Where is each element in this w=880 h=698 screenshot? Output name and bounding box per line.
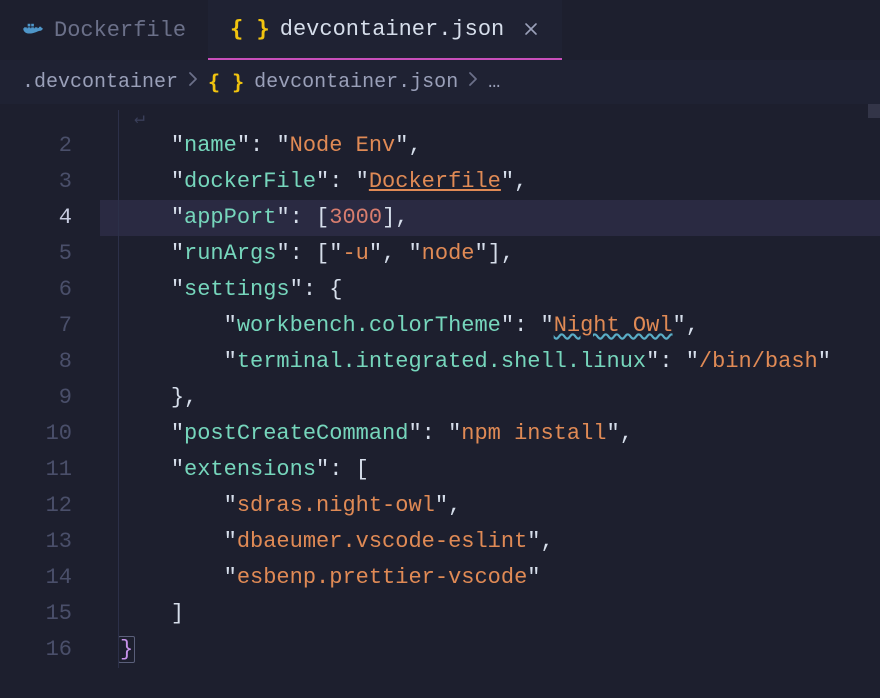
editor[interactable]: 2345678910111213141516 ↵ "name": "Node E… <box>0 104 880 668</box>
breadcrumb[interactable]: .devcontainer { } devcontainer.json … <box>0 60 880 104</box>
code-line[interactable]: "appPort": [3000], <box>100 200 880 236</box>
line-number: 4 <box>0 200 72 236</box>
line-number: 14 <box>0 560 72 596</box>
code-line[interactable]: } <box>100 632 880 668</box>
line-number: 12 <box>0 488 72 524</box>
tab-label: devcontainer.json <box>280 17 504 42</box>
code-line[interactable]: "esbenp.prettier-vscode" <box>100 560 880 596</box>
line-number: 7 <box>0 308 72 344</box>
line-number: 6 <box>0 272 72 308</box>
tab-bar: Dockerfile { } devcontainer.json <box>0 0 880 60</box>
code-line[interactable]: "runArgs": ["-u", "node"], <box>100 236 880 272</box>
tab-devcontainer-json[interactable]: { } devcontainer.json <box>208 0 562 60</box>
docker-icon <box>22 22 44 38</box>
breadcrumb-folder[interactable]: .devcontainer <box>22 71 178 94</box>
code-line[interactable]: "extensions": [ <box>100 452 880 488</box>
line-number: 9 <box>0 380 72 416</box>
breadcrumb-symbol[interactable]: … <box>488 71 500 94</box>
line-number: 10 <box>0 416 72 452</box>
line-number: 15 <box>0 596 72 632</box>
code-line[interactable]: "terminal.integrated.shell.linux": "/bin… <box>100 344 880 380</box>
close-icon[interactable] <box>522 20 540 38</box>
code-line[interactable]: "workbench.colorTheme": "Night Owl", <box>100 308 880 344</box>
line-number-gutter: 2345678910111213141516 <box>0 110 100 668</box>
line-number: 3 <box>0 164 72 200</box>
tab-label: Dockerfile <box>54 18 186 43</box>
code-line[interactable]: "dbaeumer.vscode-eslint", <box>100 524 880 560</box>
line-number: 5 <box>0 236 72 272</box>
indent-guide <box>118 110 119 668</box>
tab-dockerfile[interactable]: Dockerfile <box>0 0 208 60</box>
line-number: 13 <box>0 524 72 560</box>
code-line[interactable]: "settings": { <box>100 272 880 308</box>
code-line[interactable]: }, <box>100 380 880 416</box>
line-number: 8 <box>0 344 72 380</box>
whitespace-marker-icon: ↵ <box>134 110 145 128</box>
chevron-right-icon <box>188 71 198 94</box>
code-line[interactable]: ] <box>100 596 880 632</box>
json-icon: { } <box>208 70 244 94</box>
chevron-right-icon <box>468 71 478 94</box>
line-number: 11 <box>0 452 72 488</box>
json-icon: { } <box>230 17 270 42</box>
code-line[interactable]: "dockerFile": "Dockerfile", <box>100 164 880 200</box>
line-number: 2 <box>0 128 72 164</box>
code-area[interactable]: ↵ "name": "Node Env", "dockerFile": "Doc… <box>100 110 880 668</box>
code-line[interactable]: "sdras.night-owl", <box>100 488 880 524</box>
breadcrumb-file[interactable]: devcontainer.json <box>254 71 458 94</box>
line-number: 16 <box>0 632 72 668</box>
code-line[interactable]: "postCreateCommand": "npm install", <box>100 416 880 452</box>
code-line[interactable]: "name": "Node Env", <box>100 128 880 164</box>
scrollbar-marker[interactable] <box>868 104 880 118</box>
